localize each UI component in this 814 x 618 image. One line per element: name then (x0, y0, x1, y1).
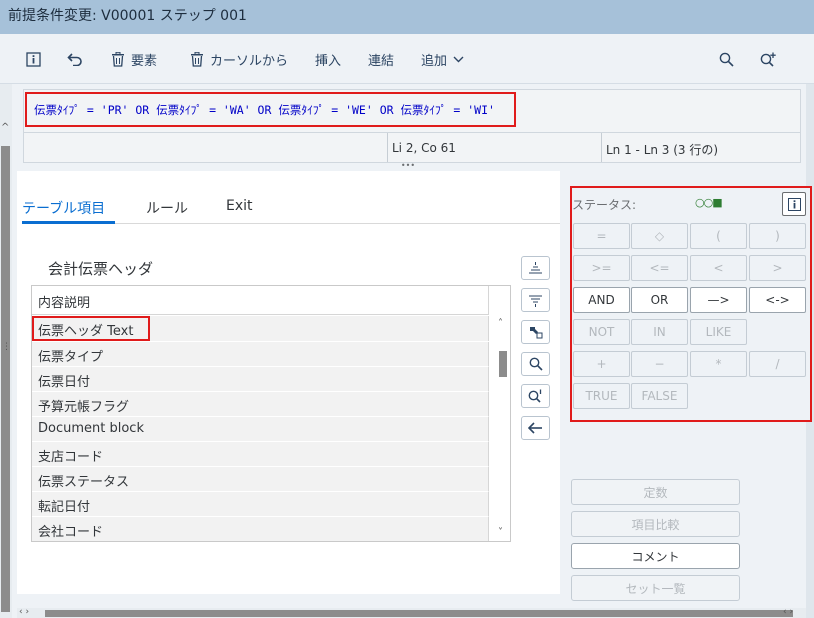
toolbar: 要素 カーソルから 挿入 連結 追加 (0, 34, 814, 84)
list-scrollbar[interactable]: ˄ ˅ (497, 316, 509, 541)
left-scrollbar-thumb[interactable] (1, 146, 10, 612)
section-title: 会計伝票ヘッダ (48, 260, 154, 278)
insert-button[interactable]: 挿入 (315, 48, 341, 70)
drag-handle-icon[interactable]: ⋮ (2, 342, 11, 352)
window-title: 前提条件変更: V00001 ステップ 001 (0, 0, 814, 34)
op-greater: > (749, 255, 806, 281)
field-list: 内容説明 伝票ヘッダ Text 伝票タイプ 伝票日付 予算元帳フラグ Docum… (31, 285, 511, 542)
chevron-right-icon[interactable]: ‹ › (783, 607, 793, 617)
set-list-button: セット一覧 (571, 575, 740, 601)
list-item[interactable]: 伝票ステータス (32, 467, 489, 492)
condition-expression[interactable]: 伝票ﾀｲﾌﾟ = 'PR' OR 伝票ﾀｲﾌﾟ = 'WA' OR 伝票ﾀｲﾌﾟ… (25, 92, 516, 127)
undo-icon (67, 53, 82, 66)
field-compare-button: 項目比較 (571, 511, 740, 537)
row-filler (150, 316, 489, 341)
search-icon (529, 357, 543, 371)
concat-button[interactable]: 連結 (368, 48, 394, 70)
info-button[interactable] (26, 48, 41, 70)
list-item[interactable]: Document block (32, 417, 489, 442)
editor-status-bar: Li 2, Co 61 Ln 1 - Ln 3 (3 行の) (23, 133, 801, 163)
op-paren-open: ( (690, 223, 747, 249)
left-scrollbar[interactable]: ^ ⋮ (0, 84, 12, 618)
chevron-down-icon[interactable]: ˅ (498, 527, 503, 538)
list-item[interactable]: 伝票ヘッダ Text (32, 316, 150, 341)
line-range: Ln 1 - Ln 3 (3 行の) (601, 133, 801, 162)
op-and[interactable]: AND (573, 287, 630, 313)
find-button[interactable] (521, 352, 550, 376)
op-like: LIKE (690, 319, 747, 345)
info-icon (26, 51, 41, 67)
find-next-button[interactable] (521, 384, 550, 408)
list-item[interactable]: 転記日付 (32, 492, 489, 517)
op-in: IN (631, 319, 688, 345)
operator-info-button[interactable] (782, 192, 806, 216)
delete-element-label: 要素 (131, 53, 158, 69)
list-item[interactable]: 伝票日付 (32, 367, 489, 392)
op-paren-close: ) (749, 223, 806, 249)
search-next-icon (528, 389, 542, 403)
bottom-scrollbar[interactable]: ‹ › ‹ › (17, 607, 806, 618)
column-header[interactable]: 内容説明 (32, 286, 489, 315)
comment-button[interactable]: コメント (571, 543, 740, 569)
tab-table-fields[interactable]: テーブル項目 (22, 198, 105, 218)
transfer-button[interactable] (521, 416, 550, 440)
op-not: NOT (573, 319, 630, 345)
undo-button[interactable] (67, 48, 83, 70)
list-item[interactable]: 会社コード (32, 517, 489, 541)
list-item[interactable]: 予算元帳フラグ (32, 392, 489, 417)
chevron-left-icon[interactable]: ‹ › (19, 607, 29, 617)
op-true: TRUE (573, 383, 630, 409)
op-implies[interactable]: —> (690, 287, 747, 313)
trash-icon (112, 51, 124, 67)
arrow-left-icon (528, 422, 542, 434)
splitter-handle[interactable]: ••• (400, 162, 416, 170)
search-next-button[interactable] (760, 48, 777, 70)
tab-rules[interactable]: ルール (146, 198, 188, 218)
op-equal: = (573, 223, 630, 249)
search-plus-icon (760, 52, 776, 67)
list-scrollbar-thumb[interactable] (499, 351, 507, 377)
op-plus: + (573, 351, 630, 377)
op-multiply: * (690, 351, 747, 377)
constant-button: 定数 (571, 479, 740, 505)
op-greater-equal: >= (573, 255, 630, 281)
op-or[interactable]: OR (631, 287, 688, 313)
op-equivalent[interactable]: <-> (749, 287, 806, 313)
active-tab-indicator (22, 221, 115, 224)
bottom-scrollbar-thumb[interactable] (45, 610, 793, 617)
status-indicator: ○○■ (695, 196, 723, 209)
status-label: ステータス: (572, 198, 637, 212)
search-button[interactable] (719, 48, 734, 70)
sort-descending-button[interactable] (521, 288, 550, 312)
chevron-up-icon[interactable]: ˄ (498, 318, 503, 329)
delete-from-cursor-button[interactable]: カーソルから (190, 48, 288, 70)
chevron-up-icon: ^ (1, 122, 10, 133)
search-icon (719, 52, 734, 67)
list-item[interactable]: 伝票タイプ (32, 342, 489, 367)
info-icon (787, 197, 801, 211)
op-less: < (690, 255, 747, 281)
trash-icon (191, 51, 203, 67)
add-menu-label: 追加 (421, 53, 448, 69)
op-false: FALSE (631, 383, 688, 409)
settings-button[interactable] (521, 320, 550, 344)
op-not-equal: ◇ (631, 223, 688, 249)
chevron-down-icon (453, 56, 464, 62)
cursor-position: Li 2, Co 61 (387, 133, 601, 162)
delete-element-button[interactable]: 要素 (111, 48, 157, 70)
delete-from-cursor-label: カーソルから (210, 53, 289, 69)
sort-descending-icon (529, 295, 542, 307)
sort-ascending-icon (529, 261, 542, 273)
add-menu-button[interactable]: 追加 (421, 48, 464, 70)
op-divide: / (749, 351, 806, 377)
tab-strip: テーブル項目 ルール Exit (22, 192, 560, 224)
wrench-icon (530, 327, 543, 339)
op-less-equal: <= (631, 255, 688, 281)
tab-exit[interactable]: Exit (226, 198, 253, 214)
op-minus: − (631, 351, 688, 377)
sort-ascending-button[interactable] (521, 256, 550, 280)
list-item[interactable]: 支店コード (32, 442, 489, 467)
